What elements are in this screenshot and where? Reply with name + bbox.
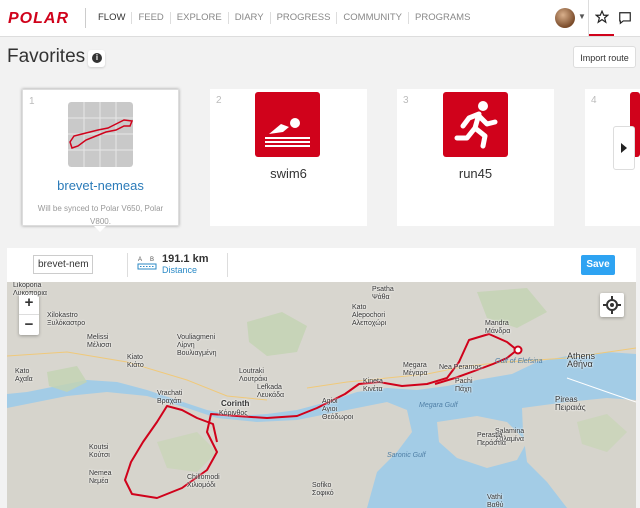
card-title[interactable]: swim6 (210, 166, 367, 181)
map-label: Melissi Μέλισσι (87, 334, 112, 349)
top-nav: POLAR FLOW FEED EXPLORE DIARY PROGRESS C… (0, 0, 640, 37)
info-icon: i (92, 53, 102, 63)
page-title: Favorites (7, 46, 86, 67)
point-b-label: B (150, 257, 154, 263)
running-icon (454, 101, 498, 149)
zoom-out-button[interactable]: − (19, 315, 39, 336)
favorite-card-run[interactable]: 3 run45 (397, 89, 554, 226)
map-label: Loutraki Λουτράκι (239, 368, 268, 383)
map-label: Nea Peramos (439, 364, 482, 371)
distance-label: Distance (162, 265, 198, 275)
nav-progress[interactable]: PROGRESS (271, 12, 338, 24)
map-label: Psatha Ψάθα (372, 286, 394, 301)
card-title[interactable]: brevet-nemeas (23, 178, 178, 193)
swimming-tile (255, 92, 320, 157)
map-label: Kato Αχαΐα (15, 368, 33, 383)
map-label: Kineta Κινέτα (363, 378, 383, 393)
card-number: 1 (29, 96, 35, 107)
card-number: 2 (216, 95, 222, 106)
divider (85, 8, 86, 28)
polar-logo[interactable]: POLAR (8, 10, 69, 28)
point-a-label: A (138, 257, 142, 263)
avatar[interactable] (555, 8, 575, 28)
info-button[interactable]: i (88, 50, 105, 67)
map-label: Megara Gulf (419, 402, 458, 409)
route-endpoint-marker (513, 345, 523, 355)
map-label: Pachi Πάχη (455, 378, 473, 393)
map-label: Mandra Μάνδρα (485, 320, 511, 335)
route-toolbar: A B 191.1 km Distance Save (7, 248, 636, 283)
map-label: Xilokastro Ξυλόκαστρο (47, 312, 86, 327)
chevron-right-icon (621, 143, 627, 153)
save-button[interactable]: Save (581, 255, 615, 275)
map-label: Vouliagmeni Λίρνη Βουλιαγμένη (177, 334, 217, 357)
map-label: Agioi Αγιοι Θεόδωροι (322, 398, 354, 421)
favorite-card-route[interactable]: 1 brevet-nemeas Will be synced to Polar … (22, 89, 179, 226)
favorite-card-swim[interactable]: 2 swim6 (210, 89, 367, 226)
map-label: Saronic Gulf (387, 452, 426, 459)
message-icon[interactable] (618, 11, 632, 25)
map-label: Pireas Πειραιάς (555, 395, 586, 412)
running-tile (443, 92, 508, 157)
route-thumbnail (68, 102, 133, 167)
nav-flow[interactable]: FLOW (92, 12, 133, 24)
divider (227, 253, 228, 277)
map-label: Nemea Νεμέα (89, 470, 112, 485)
map-label: Sofiko Σοφικό (312, 482, 334, 497)
map-label: Kato Alepochori Αλεποχώρι (352, 304, 387, 327)
distance-value: 191.1 km (162, 253, 209, 265)
a-to-b-icon: A B (137, 257, 157, 270)
map-label: Kiato Κιάτο (127, 354, 144, 369)
route-map[interactable]: + − Likoporia Λυκοπορια Xilokastro Ξυλόκασ… (7, 282, 636, 508)
nav-programs[interactable]: PROGRAMS (409, 12, 476, 24)
route-name-input[interactable] (33, 255, 93, 274)
map-label: Chiliomodi Χιλιομόδι (187, 474, 220, 489)
card-title[interactable]: run45 (397, 166, 554, 181)
main-nav: FLOW FEED EXPLORE DIARY PROGRESS COMMUNI… (92, 0, 476, 36)
map-label: Gulf of Elefsina (495, 358, 543, 365)
map-label: Perastia Περάστια (477, 432, 506, 447)
sync-status: Will be synced to Polar V650, Polar V800… (37, 204, 164, 226)
crosshair-icon (603, 296, 621, 314)
map-label: Koutsi Κούτσι (89, 444, 110, 459)
card-number: 3 (403, 95, 409, 106)
nav-community[interactable]: COMMUNITY (337, 12, 409, 24)
chevron-down-icon[interactable]: ▼ (578, 12, 586, 21)
map-label: Athens Αθήνα (567, 351, 596, 369)
map-label: Corinth (221, 399, 250, 408)
map-label: Likoporia Λυκοπορια (13, 282, 47, 297)
zoom-control: + − (19, 293, 39, 335)
next-button[interactable] (613, 126, 635, 170)
favorites-tab[interactable] (589, 0, 614, 36)
card-number: 4 (591, 95, 597, 106)
star-icon (595, 10, 609, 24)
nav-diary[interactable]: DIARY (229, 12, 271, 24)
map-label: Vrachati Βραχάτι (157, 390, 183, 405)
divider (127, 253, 128, 277)
import-route-button[interactable]: Import route (573, 46, 636, 68)
swimming-icon (265, 118, 310, 147)
locate-button[interactable] (600, 293, 624, 317)
map-label: Κόρινθος (219, 410, 248, 417)
selection-pointer (94, 226, 106, 232)
nav-feed[interactable]: FEED (132, 12, 171, 24)
map-label: Lefkada Λευκάδα (257, 384, 285, 399)
map-label: Vathi Βαθύ (487, 494, 504, 508)
nav-explore[interactable]: EXPLORE (171, 12, 229, 24)
map-label: Megara Μέγαρα (403, 362, 428, 377)
